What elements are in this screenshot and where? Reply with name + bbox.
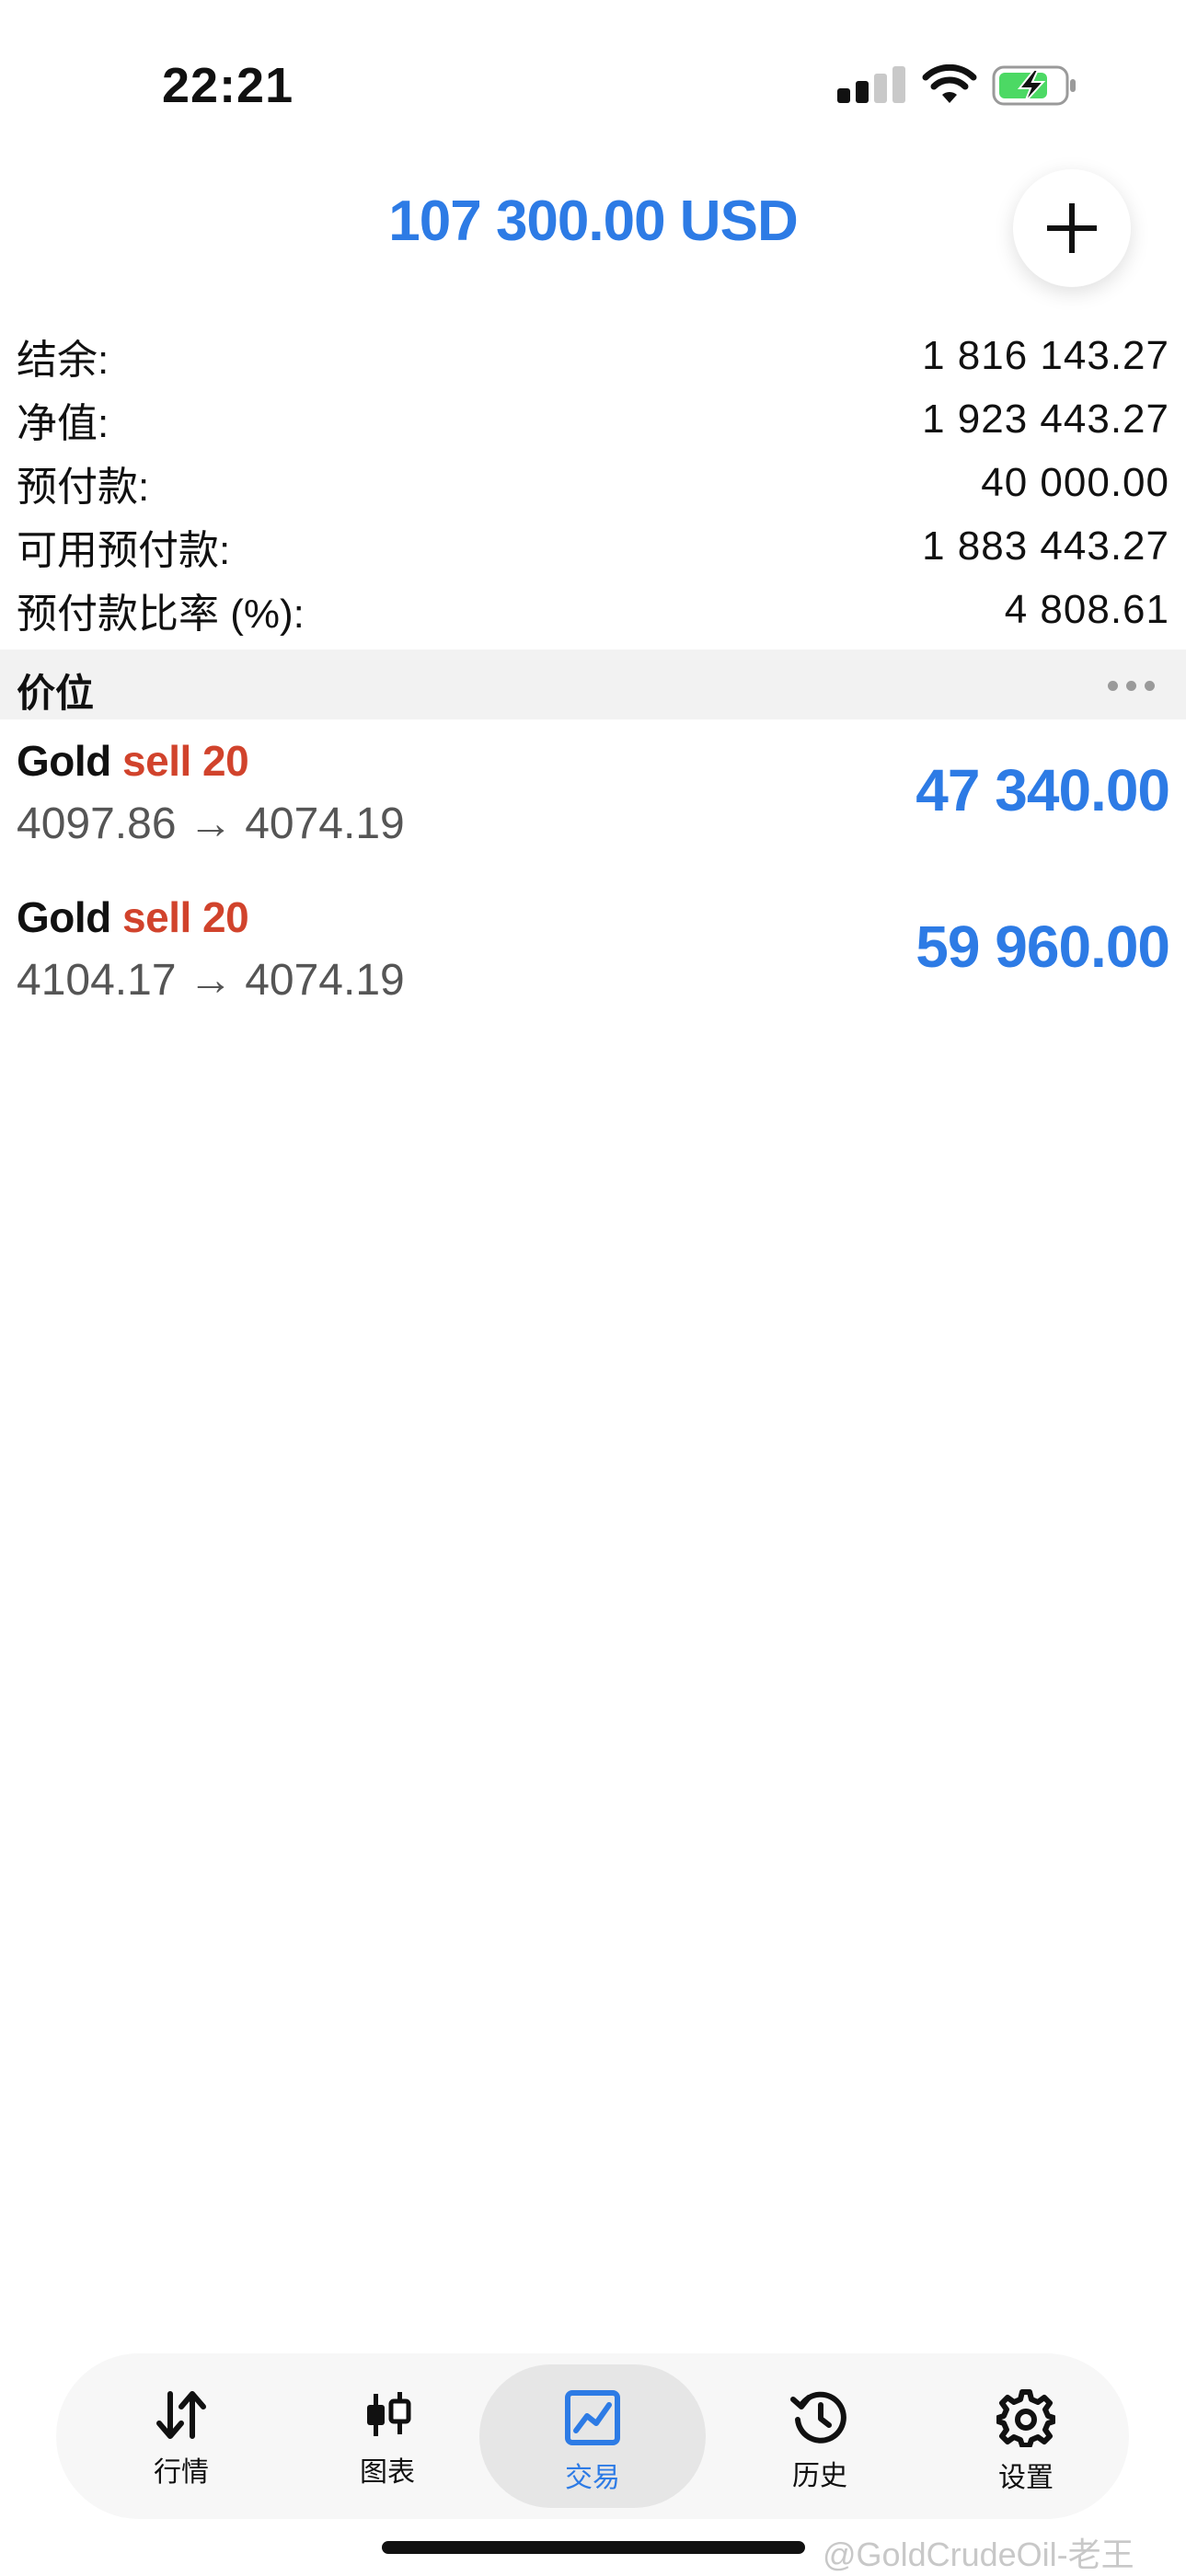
summary-value: 4 808.61 [1004, 586, 1169, 632]
tab-label: 交易 [565, 2463, 620, 2493]
summary-value: 1 923 443.27 [922, 396, 1169, 442]
open-price: 4097.86 [17, 799, 177, 848]
position-row[interactable]: Gold sell 20 4097.86 → 4074.19 47 340.00 [17, 736, 1170, 883]
watermark: @GoldCrudeOil-老王 [823, 2536, 1134, 2573]
add-order-button[interactable] [1013, 169, 1131, 287]
signal-bar [837, 88, 850, 103]
summary-row-balance: 结余: 1 816 143.27 [17, 324, 1169, 387]
more-options-icon[interactable] [1108, 681, 1155, 691]
home-indicator[interactable] [382, 2541, 805, 2554]
position-profit: 59 960.00 [915, 914, 1170, 980]
chart-icon [367, 2392, 411, 2436]
position-symbol: Gold [17, 737, 111, 785]
summary-label: 可用预付款: [17, 527, 231, 573]
summary-value: 1 816 143.27 [922, 332, 1169, 378]
summary-value: 1 883 443.27 [922, 523, 1169, 569]
summary-label: 净值: [17, 400, 109, 446]
position-title: Gold sell 20 [17, 736, 249, 786]
summary-row-equity: 净值: 1 923 443.27 [17, 387, 1169, 451]
summary-label: 预付款比率 (%): [17, 591, 305, 637]
plus-icon [1047, 203, 1097, 253]
quotes-icon [156, 2391, 206, 2439]
tab-settings[interactable]: 设置 [923, 2353, 1129, 2519]
tab-quotes[interactable]: 行情 [78, 2353, 284, 2519]
signal-bar [874, 74, 887, 103]
position-profit: 47 340.00 [915, 757, 1170, 823]
account-summary: 结余: 1 816 143.27 净值: 1 923 443.27 预付款: 4… [17, 324, 1169, 641]
settings-icon [996, 2389, 1055, 2447]
signal-bar [892, 66, 905, 103]
history-icon [790, 2391, 846, 2444]
tab-history[interactable]: 历史 [717, 2353, 923, 2519]
trade-icon [565, 2390, 620, 2445]
summary-row-margin-level: 预付款比率 (%): 4 808.61 [17, 578, 1169, 641]
tab-label: 历史 [792, 2461, 847, 2491]
battery-icon [992, 65, 1076, 106]
current-price: 4074.19 [245, 956, 405, 1005]
position-row[interactable]: Gold sell 20 4104.17 → 4074.19 59 960.00 [17, 892, 1170, 1040]
status-time: 22:21 [162, 58, 294, 113]
status-icons [837, 61, 1081, 116]
summary-label: 预付款: [17, 464, 150, 510]
open-price: 4104.17 [17, 956, 177, 1005]
account-balance-title: 107 300.00 USD [388, 190, 798, 253]
signal-bar [856, 81, 869, 103]
position-title: Gold sell 20 [17, 892, 249, 942]
tab-label: 图表 [360, 2457, 415, 2488]
positions-section-header: 价位 [0, 650, 1186, 719]
position-symbol: Gold [17, 893, 111, 941]
summary-value: 40 000.00 [981, 459, 1169, 505]
summary-label: 结余: [17, 337, 109, 383]
tab-trade[interactable]: 交易 [479, 2364, 706, 2508]
tab-label: 行情 [154, 2457, 209, 2488]
position-prices: 4104.17 → 4074.19 [17, 955, 405, 1006]
tab-chart[interactable]: 图表 [284, 2353, 490, 2519]
wifi-icon [922, 64, 977, 103]
tab-label: 设置 [998, 2463, 1054, 2493]
arrow-icon: → [188, 956, 233, 1005]
position-side: sell 20 [122, 893, 249, 941]
arrow-icon: → [188, 799, 233, 848]
summary-row-free-margin: 可用预付款: 1 883 443.27 [17, 514, 1169, 578]
position-side: sell 20 [122, 737, 249, 785]
bottom-tab-bar: 行情 图表 交易 历史 设置 [56, 2353, 1129, 2519]
positions-title: 价位 [17, 672, 95, 715]
current-price: 4074.19 [245, 799, 405, 848]
position-prices: 4097.86 → 4074.19 [17, 799, 405, 849]
summary-row-margin: 预付款: 40 000.00 [17, 451, 1169, 514]
